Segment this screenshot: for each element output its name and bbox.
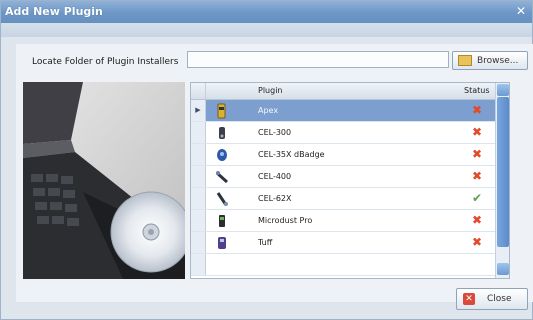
badge-device-icon [217, 149, 227, 161]
status-ok-icon: ✔ [471, 191, 483, 205]
plugin-name: Apex [258, 106, 279, 115]
status-error-icon: ✖ [471, 103, 483, 117]
row-selector[interactable] [191, 188, 206, 209]
probe-device-icon [216, 192, 228, 206]
plugin-row-tuff[interactable]: Tuff ✖ [191, 232, 509, 254]
plugin-row-cel-300[interactable]: CEL-300 ✖ [191, 122, 509, 144]
header-strip [1, 23, 532, 37]
row-selector[interactable] [191, 166, 206, 187]
close-button[interactable]: ✕ Close [456, 288, 528, 310]
laptop-cd-illustration [23, 82, 185, 279]
status-error-icon: ✖ [471, 235, 483, 249]
status-error-icon: ✖ [471, 169, 483, 183]
dust-meter-icon [219, 215, 225, 227]
browse-button-label: Browse... [477, 56, 519, 66]
close-button-label: Close [487, 294, 512, 304]
row-selector[interactable] [191, 144, 206, 165]
plugin-row-cel-35x[interactable]: CEL-35X dBadge ✖ [191, 144, 509, 166]
status-error-icon: ✖ [471, 125, 483, 139]
plugin-row-cel-400[interactable]: CEL-400 ✖ [191, 166, 509, 188]
plugin-name: CEL-35X dBadge [258, 150, 325, 159]
vertical-scrollbar[interactable] [495, 83, 509, 278]
scroll-down-button[interactable] [497, 263, 509, 275]
plugin-row-partial[interactable] [191, 254, 509, 276]
probe-device-icon [215, 171, 229, 184]
close-icon: ✕ [463, 293, 475, 305]
status-column-header[interactable]: Status [464, 86, 490, 95]
plugin-name: CEL-300 [258, 128, 292, 137]
window-close-icon[interactable]: ✕ [514, 4, 528, 18]
scroll-up-button[interactable] [497, 84, 509, 96]
row-selector[interactable] [191, 232, 206, 253]
grid-header: Plugin Status [191, 83, 509, 100]
plugin-grid: Plugin Status ▶ Apex ✖ CEL-300 ✖ CEL-35X… [190, 82, 510, 279]
plugin-row-microdust-pro[interactable]: Microdust Pro ✖ [191, 210, 509, 232]
scroll-thumb[interactable] [497, 97, 509, 247]
plugin-column-header[interactable]: Plugin [258, 86, 283, 95]
row-selector[interactable] [191, 122, 206, 143]
title-bar: Add New Plugin ✕ [1, 1, 532, 23]
status-error-icon: ✖ [471, 147, 483, 161]
laptop-cd-photo [23, 82, 185, 279]
row-selector[interactable] [191, 254, 206, 275]
plugin-name: CEL-62X [258, 194, 292, 203]
plugin-row-cel-62x[interactable]: CEL-62X ✔ [191, 188, 509, 210]
plugin-name: CEL-400 [258, 172, 292, 181]
tuff-device-icon [218, 237, 226, 249]
handheld-device-icon [219, 127, 225, 139]
locate-folder-label: Locate Folder of Plugin Installers [32, 57, 179, 67]
row-selector[interactable] [191, 210, 206, 231]
folder-icon [458, 55, 472, 66]
row-selector-header [191, 83, 206, 99]
folder-path-input[interactable] [187, 51, 449, 68]
browse-button[interactable]: Browse... [452, 51, 528, 70]
status-error-icon: ✖ [471, 213, 483, 227]
usb-stick-icon [217, 103, 226, 119]
dialog-title: Add New Plugin [5, 5, 103, 18]
row-selector[interactable]: ▶ [191, 100, 206, 121]
plugin-name: Microdust Pro [258, 216, 313, 225]
plugin-name: Tuff [258, 238, 273, 247]
plugin-row-apex[interactable]: ▶ Apex ✖ [191, 100, 509, 122]
